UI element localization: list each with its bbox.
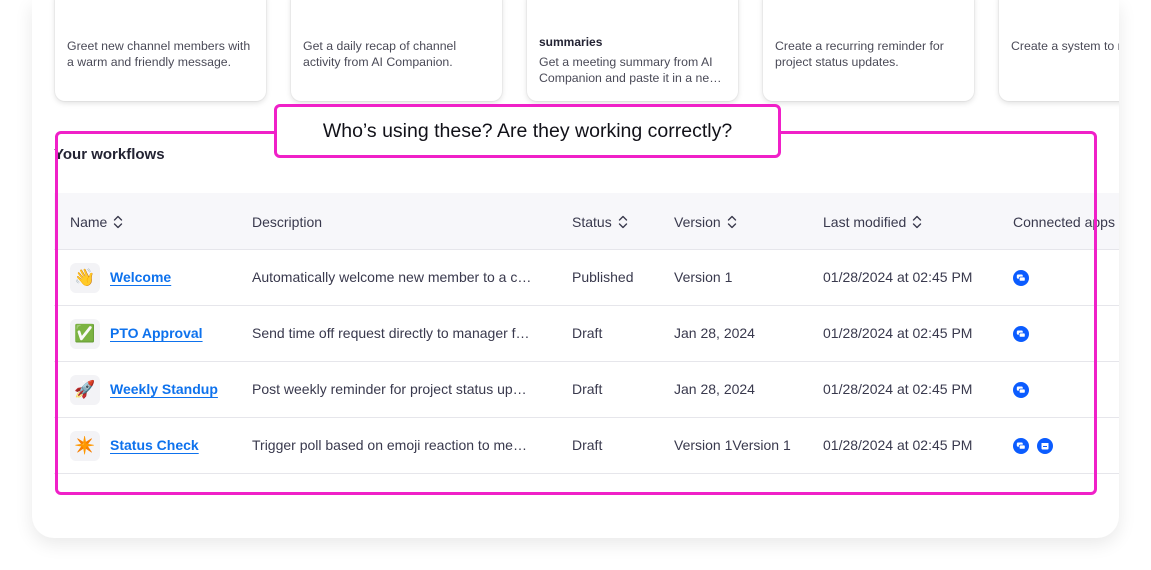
section-title: Your workflows — [54, 146, 165, 163]
sort-icon — [727, 215, 736, 229]
workflow-status: Draft — [572, 325, 603, 341]
template-card-title: summaries — [539, 35, 603, 49]
template-card-description: Greet new channel members with a warm an… — [67, 39, 251, 69]
table-row[interactable]: ✅ PTO Approval Send time off request dir… — [54, 306, 1119, 362]
waving-hand-icon: 👋 — [70, 263, 100, 293]
workflow-description: Trigger poll based on emoji reaction to … — [252, 437, 527, 453]
template-card-description: Create a recurring reminder for project … — [775, 39, 944, 69]
column-label: Version — [674, 214, 721, 230]
workflow-name-link[interactable]: Status Check — [110, 437, 199, 453]
workflow-last-modified: 01/28/2024 at 02:45 PM — [823, 269, 973, 285]
column-header-connected-apps: Connected apps — [1013, 214, 1115, 230]
workflow-version: Jan 28, 2024 — [674, 381, 755, 397]
column-label: Name — [70, 214, 108, 230]
chat-app-icon — [1013, 382, 1029, 398]
template-card-description: Create a system to manage team reque — [1011, 39, 1119, 53]
chat-app-icon — [1013, 438, 1029, 454]
rocket-icon: 🚀 — [70, 375, 100, 405]
workflow-last-modified: 01/28/2024 at 02:45 PM — [823, 381, 973, 397]
table-row[interactable]: ✴️ Status Check Trigger poll based on em… — [54, 418, 1119, 474]
workflows-panel: Greet new channel members with a warm an… — [32, 0, 1119, 538]
workflow-description: Automatically welcome new member to a c… — [252, 269, 532, 285]
workflow-status: Published — [572, 269, 634, 285]
column-label: Connected apps — [1013, 214, 1115, 230]
table-row[interactable]: 🚀 Weekly Standup Post weekly reminder fo… — [54, 362, 1119, 418]
workflow-description: Post weekly reminder for project status … — [252, 381, 527, 397]
workflow-version: Version 1Version 1 — [674, 437, 791, 453]
sort-icon — [913, 215, 922, 229]
workflow-name-link[interactable]: Welcome — [110, 269, 171, 285]
column-label: Description — [252, 214, 323, 230]
workflow-description: Send time off request directly to manage… — [252, 325, 530, 341]
template-card-welcome[interactable]: Greet new channel members with a warm an… — [55, 0, 266, 101]
template-card-team-requests[interactable]: Create a system to manage team reque — [999, 0, 1119, 101]
table-header: Name Description Status Version Last mod… — [54, 193, 1119, 250]
workflow-last-modified: 01/28/2024 at 02:45 PM — [823, 325, 973, 341]
workflow-status: Draft — [572, 381, 603, 397]
column-header-name[interactable]: Name — [70, 214, 123, 230]
annotation-callout: Who’s using these? Are they working corr… — [274, 104, 781, 158]
template-card-description: Get a daily recap of channel activity fr… — [303, 39, 457, 69]
workflow-version: Jan 28, 2024 — [674, 325, 755, 341]
table-row[interactable]: 👋 Welcome Automatically welcome new memb… — [54, 250, 1119, 306]
column-header-description: Description — [252, 214, 322, 230]
template-card-status-reminder[interactable]: Create a recurring reminder for project … — [763, 0, 974, 101]
column-label: Status — [572, 214, 612, 230]
chat-app-icon — [1013, 270, 1029, 286]
workflow-name-link[interactable]: PTO Approval — [110, 325, 203, 341]
workflow-name-link[interactable]: Weekly Standup — [110, 381, 218, 397]
check-mark-icon: ✅ — [70, 319, 100, 349]
chat-app-icon — [1013, 326, 1029, 342]
column-header-last-modified[interactable]: Last modified — [823, 214, 922, 230]
calendar-app-icon — [1037, 438, 1053, 454]
template-card-description: Get a meeting summary from AI Companion … — [539, 55, 722, 85]
column-header-version[interactable]: Version — [674, 214, 737, 230]
column-header-status[interactable]: Status — [572, 214, 628, 230]
workflow-last-modified: 01/28/2024 at 02:45 PM — [823, 437, 973, 453]
column-label: Last modified — [823, 214, 907, 230]
sort-icon — [114, 215, 123, 229]
workflow-status: Draft — [572, 437, 603, 453]
eight-pointed-star-icon: ✴️ — [70, 431, 100, 461]
sort-icon — [618, 215, 627, 229]
template-card-meeting-summaries[interactable]: summaries Get a meeting summary from AI … — [527, 0, 738, 101]
workflow-version: Version 1 — [674, 269, 733, 285]
template-card-daily-recap[interactable]: Get a daily recap of channel activity fr… — [291, 0, 502, 101]
